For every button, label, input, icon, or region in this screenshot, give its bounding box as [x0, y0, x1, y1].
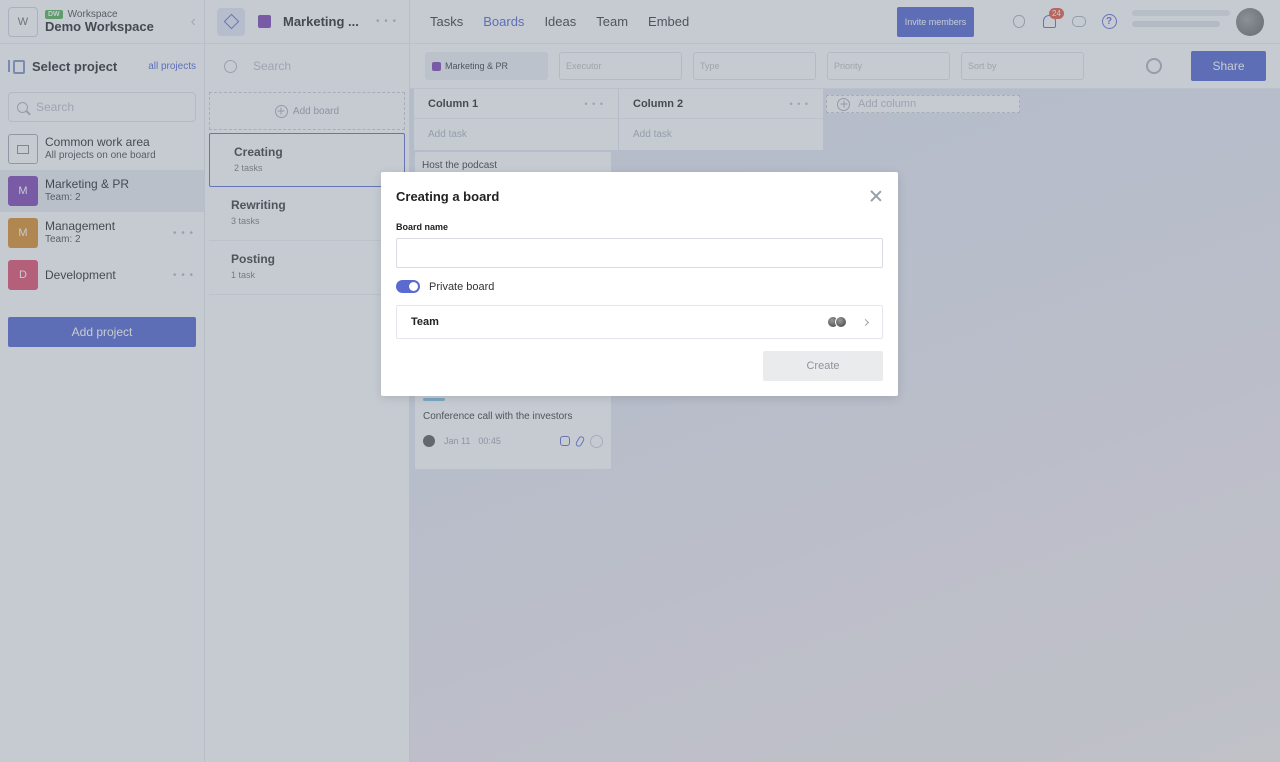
close-icon[interactable] [870, 190, 882, 202]
team-avatars [827, 316, 847, 328]
board-name-input[interactable] [396, 238, 883, 268]
chevron-right-icon [861, 318, 870, 326]
private-board-label: Private board [429, 280, 495, 293]
create-board-modal: Creating a board Board name Private boar… [381, 172, 898, 396]
private-board-toggle[interactable] [396, 280, 420, 293]
modal-title: Creating a board [396, 189, 500, 204]
team-selector[interactable]: Team [396, 305, 883, 339]
create-button[interactable]: Create [763, 351, 883, 381]
avatar [835, 316, 847, 328]
team-label: Team [411, 316, 439, 328]
board-name-label: Board name [396, 222, 449, 232]
